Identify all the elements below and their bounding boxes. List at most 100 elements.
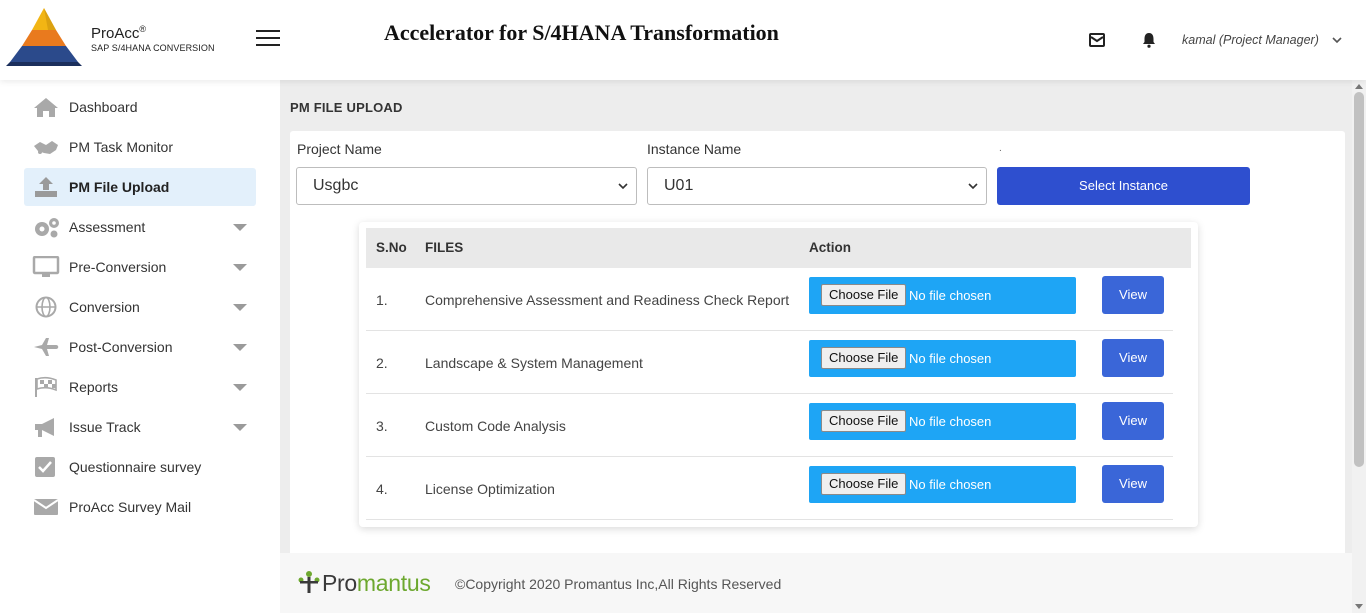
row-sno: 3. <box>376 418 388 434</box>
scroll-up-icon[interactable] <box>1355 84 1363 89</box>
copyright-text: ©Copyright 2020 Promantus Inc,All Rights… <box>455 576 782 592</box>
table-header: S.No FILES Action <box>366 228 1191 268</box>
chevron-down-icon <box>968 183 978 190</box>
sidebar-item-label: Post-Conversion <box>69 339 173 355</box>
expand-caret-icon[interactable] <box>233 264 247 271</box>
sidebar-item-pre-conversion[interactable]: Pre-Conversion <box>24 248 256 286</box>
row-file-name: Comprehensive Assessment and Readiness C… <box>425 292 790 308</box>
choose-file-button[interactable]: Choose File <box>821 347 907 369</box>
menu-toggle-icon[interactable] <box>256 30 280 48</box>
megaphone-icon <box>35 418 54 437</box>
sidebar-item-conversion[interactable]: Conversion <box>24 288 256 326</box>
table-row: 4. License Optimization Choose File No f… <box>366 457 1173 520</box>
expand-caret-icon[interactable] <box>233 344 247 351</box>
brand: ProAcc® SAP S/4HANA CONVERSION <box>91 24 215 53</box>
top-header: ProAcc® SAP S/4HANA CONVERSION Accelerat… <box>0 0 1366 80</box>
instance-name-select[interactable]: U01 <box>647 167 987 205</box>
view-button[interactable]: View <box>1102 276 1164 314</box>
no-file-chosen-text: No file chosen <box>909 288 992 303</box>
row-sno: 1. <box>376 292 388 308</box>
scroll-down-icon[interactable] <box>1355 604 1363 609</box>
expand-caret-icon[interactable] <box>233 224 247 231</box>
sidebar-item-reports[interactable]: Reports <box>24 368 256 406</box>
sidebar-item-post-conversion[interactable]: Post-Conversion <box>24 328 256 366</box>
table-row: 1. Comprehensive Assessment and Readines… <box>366 268 1173 331</box>
project-name-value: Usgbc <box>313 177 359 194</box>
choose-file-button[interactable]: Choose File <box>821 473 907 495</box>
main-content: PM FILE UPLOAD Project Name Usgbc Instan… <box>280 80 1352 561</box>
scrollbar-thumb[interactable] <box>1354 92 1364 467</box>
sidebar-item-label: ProAcc Survey Mail <box>69 499 192 515</box>
sidebar-item-label: Conversion <box>69 299 140 315</box>
sidebar-item-label: Assessment <box>69 219 146 235</box>
sidebar-item-pm-file-upload[interactable]: PM File Upload <box>24 168 256 206</box>
check-square-icon <box>35 457 55 477</box>
row-file-name: License Optimization <box>425 481 555 497</box>
instance-name-value: U01 <box>664 177 694 194</box>
view-button[interactable]: View <box>1102 402 1164 440</box>
select-instance-button[interactable]: Select Instance <box>997 167 1250 205</box>
row-file-name: Landscape & System Management <box>425 355 643 371</box>
gears-icon <box>35 218 59 238</box>
globe-icon <box>35 296 57 318</box>
sidebar-item-assessment[interactable]: Assessment <box>24 208 256 246</box>
expand-caret-icon[interactable] <box>233 424 247 431</box>
chevron-down-icon[interactable] <box>1331 34 1343 46</box>
bell-icon[interactable] <box>1140 31 1158 49</box>
no-file-chosen-text: No file chosen <box>909 477 992 492</box>
user-menu[interactable]: kamal (Project Manager) <box>1182 33 1319 47</box>
row-sno: 2. <box>376 355 388 371</box>
no-file-chosen-text: No file chosen <box>909 414 992 429</box>
row-file-name: Custom Code Analysis <box>425 418 566 434</box>
checkered-flag-icon <box>35 376 57 397</box>
view-button[interactable]: View <box>1102 465 1164 503</box>
upload-card: Project Name Usgbc Instance Name U01 . S… <box>290 131 1345 561</box>
sidebar-item-label: Reports <box>69 379 119 395</box>
app-title: Accelerator for S/4HANA Transformation <box>384 20 779 45</box>
sidebar-item-dashboard[interactable]: Dashboard <box>24 88 256 126</box>
footer: Promantus ©Copyright 2020 Promantus Inc,… <box>280 553 1352 613</box>
column-header-sno: S.No <box>376 240 407 255</box>
sidebar-item-proacc-survey-mail[interactable]: ProAcc Survey Mail <box>24 488 256 526</box>
table-row: 3. Custom Code Analysis Choose File No f… <box>366 394 1173 457</box>
sidebar-item-label: Questionnaire survey <box>69 459 202 475</box>
plane-icon <box>34 338 59 356</box>
monitor-icon <box>32 256 60 277</box>
no-file-chosen-text: No file chosen <box>909 351 992 366</box>
upload-icon <box>35 177 57 197</box>
sidebar-item-questionnaire-survey[interactable]: Questionnaire survey <box>24 448 256 486</box>
choose-file-button[interactable]: Choose File <box>821 284 907 306</box>
promantus-logo[interactable]: Promantus <box>322 570 431 597</box>
column-header-files: FILES <box>425 240 464 255</box>
instance-name-label: Instance Name <box>647 141 742 157</box>
sidebar: Dashboard PM Task Monitor PM File Upload… <box>0 80 280 613</box>
sidebar-item-label: PM File Upload <box>69 179 170 195</box>
file-input[interactable]: Choose File No file chosen <box>809 466 1076 503</box>
handshake-icon <box>34 141 58 154</box>
column-header-action: Action <box>809 240 851 255</box>
vertical-scrollbar[interactable] <box>1352 80 1366 613</box>
row-sno: 4. <box>376 481 388 497</box>
table-row: 2. Landscape & System Management Choose … <box>366 331 1173 394</box>
proacc-logo[interactable] <box>4 6 84 70</box>
file-input[interactable]: Choose File No file chosen <box>809 403 1076 440</box>
brand-subtitle: SAP S/4HANA CONVERSION <box>91 43 215 53</box>
project-name-select[interactable]: Usgbc <box>296 167 637 205</box>
mail-icon[interactable] <box>1088 31 1106 49</box>
expand-caret-icon[interactable] <box>233 304 247 311</box>
project-name-label: Project Name <box>297 141 382 157</box>
page-title: PM FILE UPLOAD <box>290 100 403 115</box>
sidebar-item-pm-task-monitor[interactable]: PM Task Monitor <box>24 128 256 166</box>
view-button[interactable]: View <box>1102 339 1164 377</box>
envelope-icon <box>33 499 59 515</box>
sidebar-item-label: Dashboard <box>69 99 138 115</box>
files-table: S.No FILES Action 1. Comprehensive Asses… <box>359 222 1198 527</box>
brand-name: ProAcc® <box>91 24 146 42</box>
chevron-down-icon <box>618 183 628 190</box>
file-input[interactable]: Choose File No file chosen <box>809 277 1076 314</box>
choose-file-button[interactable]: Choose File <box>821 410 907 432</box>
sidebar-item-issue-track[interactable]: Issue Track <box>24 408 256 446</box>
expand-caret-icon[interactable] <box>233 384 247 391</box>
sidebar-item-label: Issue Track <box>69 419 141 435</box>
file-input[interactable]: Choose File No file chosen <box>809 340 1076 377</box>
